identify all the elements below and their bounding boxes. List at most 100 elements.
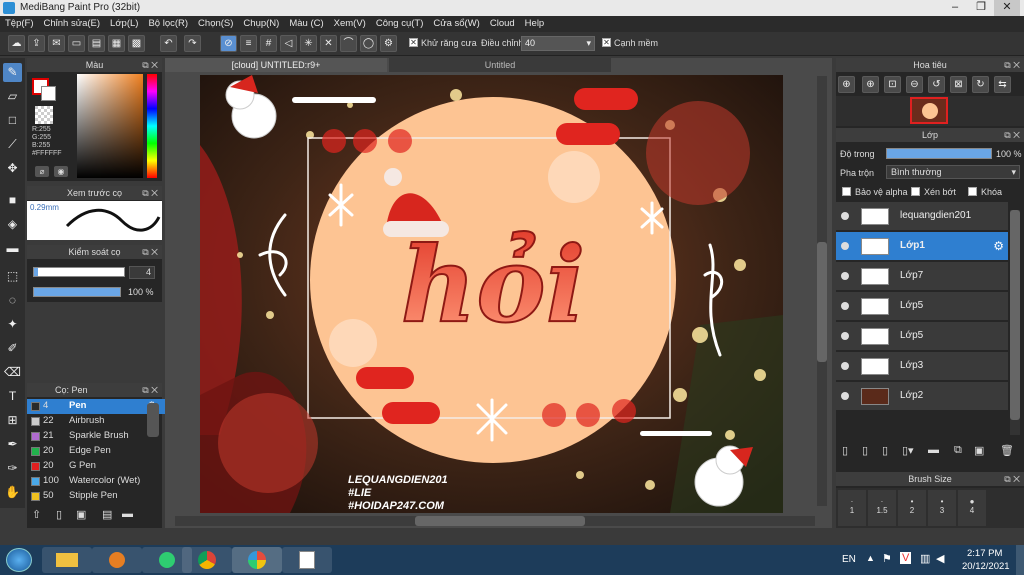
start-button[interactable]: [6, 548, 32, 572]
flag-icon[interactable]: ⚑: [882, 552, 892, 565]
saturation-value-picker[interactable]: [77, 74, 143, 178]
grid-icon[interactable]: ▩: [128, 35, 145, 52]
eyedropper-small-icon[interactable]: ⌀: [35, 166, 49, 177]
new-layer-3-icon[interactable]: ▯: [882, 444, 888, 457]
settings-icon[interactable]: ⚙: [380, 35, 397, 52]
menu-select[interactable]: Chọn(S): [193, 16, 238, 31]
menu-file[interactable]: Tệp(F): [0, 16, 39, 31]
menu-layer[interactable]: Lớp(L): [105, 16, 143, 31]
document-icon[interactable]: [282, 547, 332, 573]
language-indicator[interactable]: EN: [842, 554, 856, 565]
brush-item[interactable]: 50 Stipple Pen: [27, 489, 172, 504]
tray-arrow-icon[interactable]: ▲: [866, 553, 875, 563]
perspective-snap-icon[interactable]: ◁: [280, 35, 297, 52]
opacity-slider[interactable]: [33, 287, 121, 297]
transparent-swatch[interactable]: [35, 106, 53, 124]
size-input[interactable]: 4: [129, 266, 155, 279]
brush-item[interactable]: 20 G Pen: [27, 459, 172, 474]
new-brush-icon[interactable]: ▯: [56, 508, 62, 521]
layer-item[interactable]: Lớp1 ⚙: [836, 232, 1008, 261]
rotate-right-icon[interactable]: ↻: [972, 76, 989, 93]
eye-icon[interactable]: [841, 392, 849, 400]
menu-filter[interactable]: Bộ lọc(R): [143, 16, 193, 31]
menu-window[interactable]: Cửa sổ(W): [428, 16, 484, 31]
close-button[interactable]: ✕: [994, 0, 1020, 16]
maximize-button[interactable]: ❐: [968, 0, 994, 16]
text-tool-icon[interactable]: T: [3, 387, 22, 406]
medibang-taskbar-icon[interactable]: [232, 547, 282, 573]
grid-snap-icon[interactable]: #: [260, 35, 277, 52]
panel-menu-icon[interactable]: ⧉ ✕: [142, 186, 158, 200]
comment-icon[interactable]: ✉: [48, 35, 65, 52]
protect-alpha-checkbox[interactable]: [842, 187, 851, 196]
undo-icon[interactable]: ↶: [160, 35, 177, 52]
cloud-icon[interactable]: ☁: [8, 35, 25, 52]
parallel-snap-icon[interactable]: ≡: [240, 35, 257, 52]
show-desktop-button[interactable]: [1016, 545, 1024, 575]
menu-edit[interactable]: Chỉnh sửa(E): [39, 16, 106, 31]
zoom-out-icon[interactable]: ⊖: [906, 76, 923, 93]
clock-time[interactable]: 2:17 PM: [967, 548, 1002, 559]
new-layer-icon[interactable]: ▯: [842, 444, 848, 457]
menu-capture[interactable]: Chụp(N): [238, 16, 284, 31]
fit-icon[interactable]: ⊡: [884, 76, 901, 93]
clipping-checkbox[interactable]: [911, 187, 920, 196]
brush-size-option[interactable]: ● 4: [958, 490, 986, 526]
duplicate-icon[interactable]: ⧉: [954, 444, 962, 457]
panel-menu-icon[interactable]: ⧉ ✕: [1004, 58, 1020, 72]
circle-snap-icon[interactable]: ◯: [360, 35, 377, 52]
add-brush-icon[interactable]: ⇧: [32, 508, 41, 521]
brush-size-option[interactable]: • 2: [898, 490, 926, 526]
layer-item[interactable]: Lớp3: [836, 352, 1008, 381]
brush-size-option[interactable]: • 3: [928, 490, 956, 526]
antialias-checkbox[interactable]: ✕: [409, 38, 418, 47]
brush-folder-icon[interactable]: ▬: [122, 508, 133, 520]
canvas-horizontal-scrollbar[interactable]: [175, 516, 815, 526]
layer-opacity-slider[interactable]: [886, 148, 992, 159]
menu-cloud[interactable]: Cloud: [485, 16, 520, 31]
select-eraser-icon[interactable]: ⌫: [3, 363, 22, 382]
hue-slider[interactable]: [147, 74, 157, 178]
magic-wand-icon[interactable]: ✦: [3, 315, 22, 334]
panel-menu-icon[interactable]: ⧉ ✕: [142, 383, 158, 397]
blend-select[interactable]: Bình thường ▾: [886, 165, 1020, 179]
eyedropper-icon[interactable]: ✒: [3, 435, 22, 454]
correction-select[interactable]: 40 ▾: [521, 36, 595, 51]
reset-view-icon[interactable]: ⊠: [950, 76, 967, 93]
volume-icon[interactable]: ◀: [936, 552, 944, 565]
layer-item[interactable]: lequangdien201: [836, 202, 1008, 231]
menu-help[interactable]: Help: [520, 16, 550, 31]
gear-icon[interactable]: ⚙: [993, 239, 1004, 253]
lock-checkbox[interactable]: [968, 187, 977, 196]
share-icon[interactable]: ⇪: [28, 35, 45, 52]
redo-icon[interactable]: ↷: [184, 35, 201, 52]
pen-tool-icon[interactable]: ✑: [3, 459, 22, 478]
minimize-button[interactable]: –: [942, 0, 968, 16]
brush-list-scrollbar[interactable]: [147, 403, 159, 437]
merge-icon[interactable]: ▣: [974, 444, 984, 457]
brush-tool-icon[interactable]: ✎: [3, 63, 22, 82]
menu-tools[interactable]: Công cụ(T): [371, 16, 429, 31]
media-player-icon[interactable]: [92, 547, 142, 573]
eye-icon[interactable]: [841, 302, 849, 310]
add-layer-menu-icon[interactable]: ▯▾: [902, 444, 914, 457]
tab-cloud-untitled[interactable]: [cloud] UNTITLED:r9+: [165, 58, 387, 72]
panel-menu-icon[interactable]: ⧉ ✕: [142, 58, 158, 72]
secondary-color-swatch[interactable]: [41, 86, 56, 101]
move-tool-icon[interactable]: ✥: [3, 159, 22, 178]
layer-item[interactable]: Lớp5: [836, 322, 1008, 351]
layer-item[interactable]: Lớp5: [836, 292, 1008, 321]
zoom-in-2-icon[interactable]: ⊕: [862, 76, 879, 93]
select-tool-icon[interactable]: ⬚: [3, 267, 22, 286]
menu-view[interactable]: Xem(V): [329, 16, 371, 31]
new-icon[interactable]: ▭: [68, 35, 85, 52]
eraser-tool-icon[interactable]: ▱: [3, 87, 22, 106]
rotate-left-icon[interactable]: ↺: [928, 76, 945, 93]
size-slider[interactable]: [33, 267, 125, 277]
sharp-checkbox[interactable]: ✕: [602, 38, 611, 47]
eye-icon[interactable]: [841, 242, 849, 250]
panel-menu-icon[interactable]: ⧉ ✕: [1004, 472, 1020, 486]
lasso-tool-icon[interactable]: ◌: [3, 291, 22, 310]
snap-off-icon[interactable]: ⊘: [220, 35, 237, 52]
gradient-tool-icon[interactable]: ▬: [3, 239, 22, 258]
